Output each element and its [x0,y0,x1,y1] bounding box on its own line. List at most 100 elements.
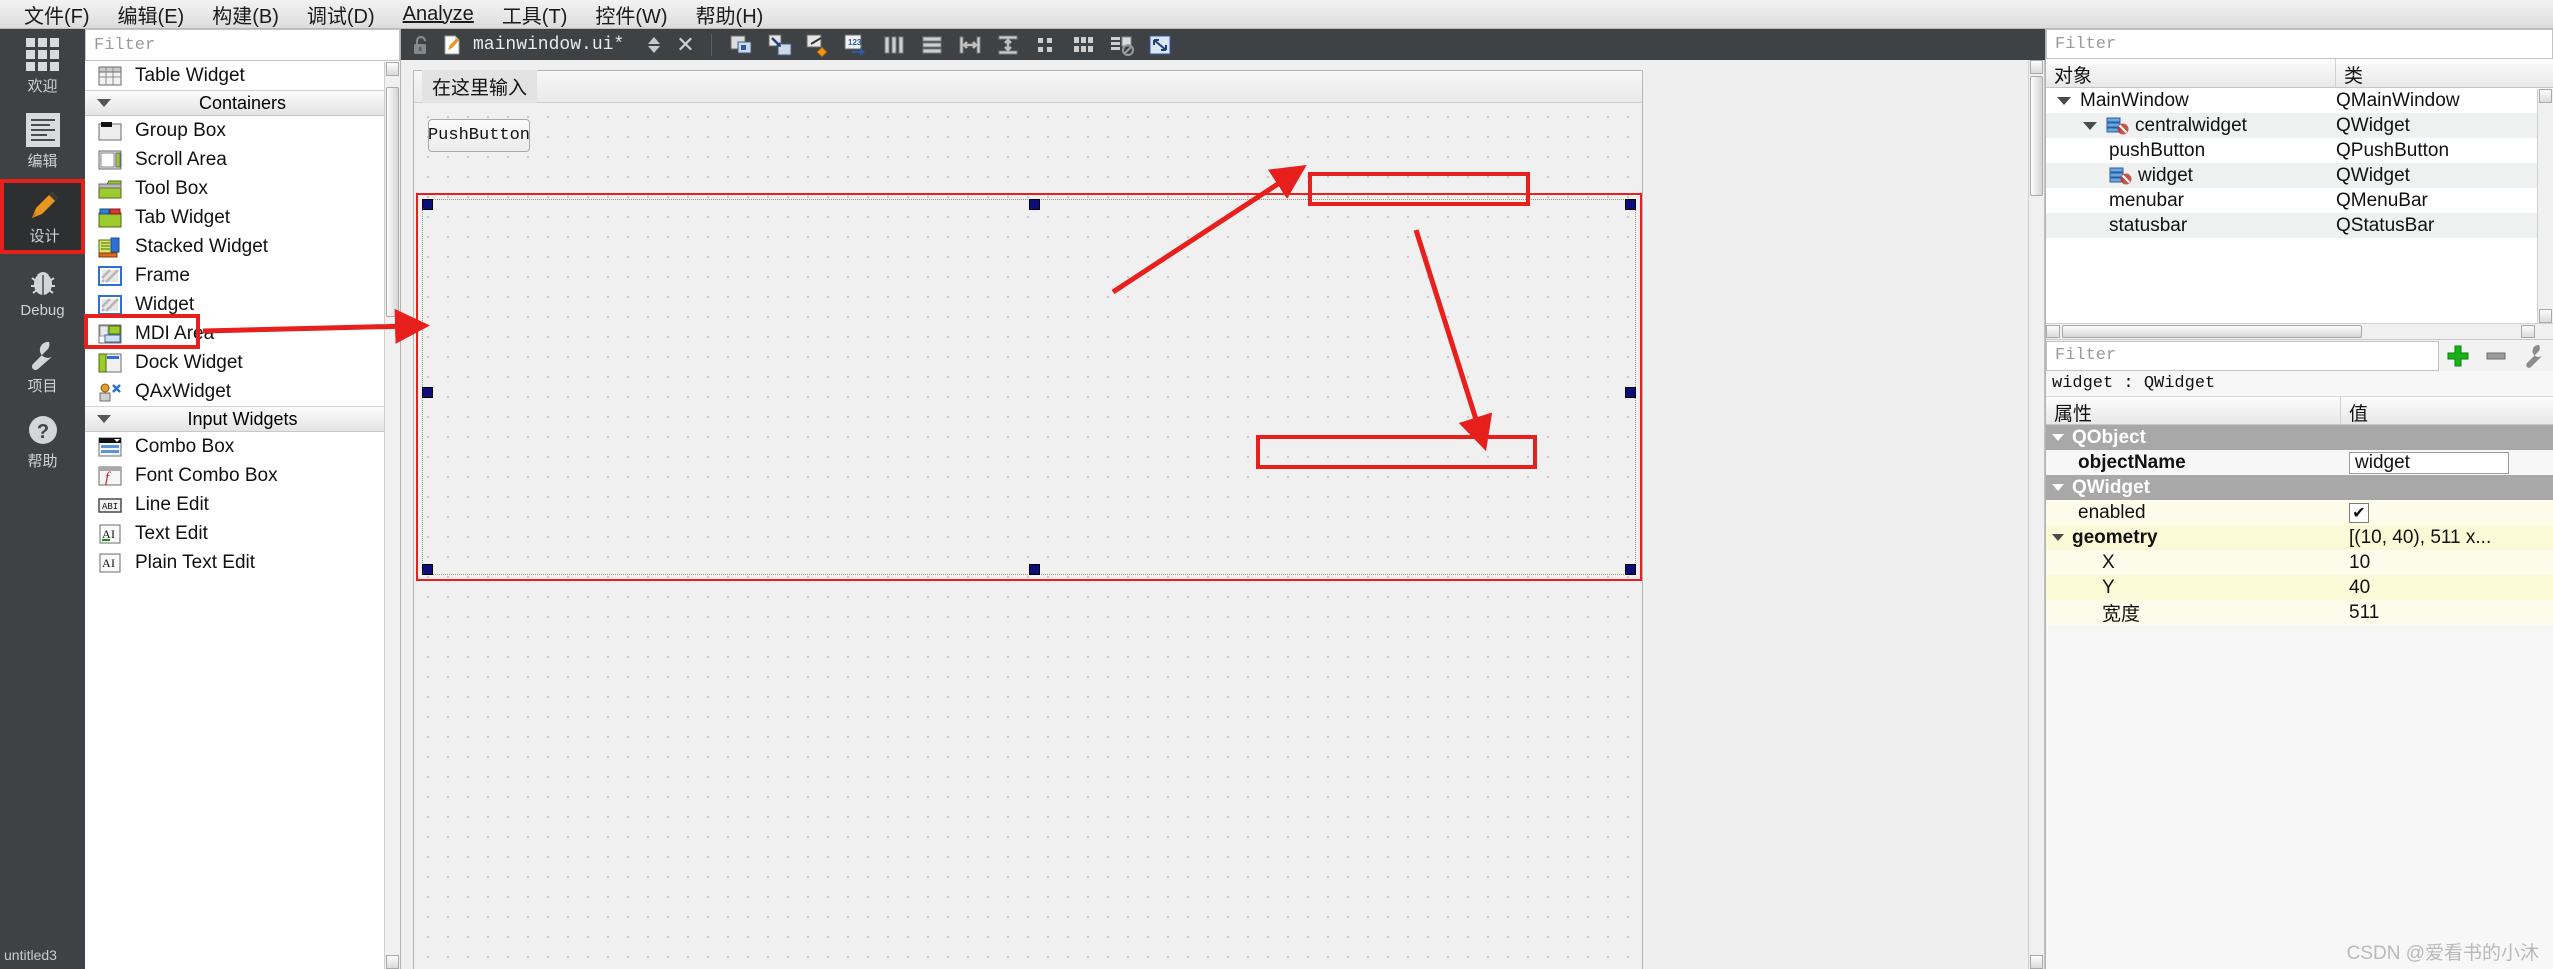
property-row-Y[interactable]: Y 40 [2046,575,2553,600]
add-icon[interactable] [2439,341,2477,371]
configure-icon[interactable] [2515,341,2553,371]
object-tree-scroll-up-arrow-icon[interactable] [2539,89,2552,103]
property-table-body[interactable]: QObject objectName widget QWidget enabled ✔ ge… [2046,425,2553,625]
widget-item-qaxwidget[interactable]: QAxWidget [85,377,400,406]
menu-item-build[interactable]: 构建(B) [198,0,293,31]
layout-vertically-icon[interactable] [918,32,946,58]
form-preview[interactable]: 在这里输入 PushButton [413,70,1643,969]
selected-widget-outline[interactable] [416,193,1642,581]
form-menubar[interactable]: 在这里输入 [414,70,1642,103]
widget-item-plain-text-edit[interactable]: A I Plain Text Edit [85,548,400,577]
object-tree-row-centralwidget[interactable]: centralwidget QWidget [2046,113,2553,138]
object-tree-horizontal-scrollbar[interactable] [2046,323,2553,339]
widget-item-font-combo-box[interactable]: f Font Combo Box [85,461,400,490]
chevron-down-icon[interactable] [2057,96,2071,105]
property-value-cell[interactable]: [(10, 40), 511 x... [2341,527,2553,549]
resize-handle-middle-right[interactable] [1625,387,1636,398]
property-value-cell[interactable]: widget [2341,451,2553,474]
property-filter-input[interactable]: Filter [2046,340,2439,371]
layout-grid-icon[interactable] [1070,32,1098,58]
resize-handle-middle-left[interactable] [422,387,433,398]
widget-box-scrollbar[interactable] [384,62,400,969]
widget-box-filter[interactable]: Filter [85,29,400,61]
chevron-down-icon[interactable] [2083,121,2097,130]
object-tree-column-class[interactable]: 类 [2336,59,2553,87]
resize-handle-bottom-center[interactable] [1029,564,1040,575]
resize-handle-top-left[interactable] [422,199,433,210]
edit-signals-slots-icon[interactable] [766,32,794,58]
widget-item-tool-box[interactable]: Tool Box [85,174,400,203]
mode-item-debug[interactable]: Debug [0,254,85,329]
property-column-name[interactable]: 属性 [2046,397,2341,425]
editor-filename[interactable]: mainwindow.ui* [473,35,624,55]
menu-item-edit[interactable]: 编辑(E) [104,0,199,31]
mode-item-help[interactable]: ? 帮助 [0,404,85,479]
object-tree-row-MainWindow[interactable]: MainWindow QMainWindow [2046,88,2553,113]
mode-item-edit[interactable]: 编辑 [0,104,85,179]
object-tree-vertical-scrollbar[interactable] [2537,89,2553,323]
layout-horizontally-icon[interactable] [880,32,908,58]
layout-form-icon[interactable] [1032,32,1060,58]
widget-item-table-widget[interactable]: Table Widget [85,61,400,90]
edit-widgets-icon[interactable] [728,32,756,58]
object-tree-hscroll-thumb[interactable] [2062,325,2362,338]
widget-item-scroll-area[interactable]: Scroll Area [85,145,400,174]
layout-vertical-splitter-icon[interactable] [994,32,1022,58]
object-tree-scroll-down-arrow-icon[interactable] [2539,309,2552,323]
object-tree-row-menubar[interactable]: menubar QMenuBar [2046,188,2553,213]
property-row-geometry[interactable]: geometry [(10, 40), 511 x... [2046,525,2553,550]
property-value-cell[interactable]: 511 [2341,602,2553,624]
canvas-scroll-down-arrow-icon[interactable] [2030,955,2043,969]
widget-category-input-widgets[interactable]: Input Widgets [85,406,400,432]
object-tree-body[interactable]: MainWindow QMainWindow centralwidget QWidge… [2046,88,2553,323]
widget-category-containers[interactable]: Containers [85,90,400,116]
canvas-scroll-up-arrow-icon[interactable] [2030,60,2043,74]
object-tree-filter[interactable]: Filter [2046,29,2553,59]
canvas-scroll-thumb[interactable] [2030,76,2043,196]
object-tree-column-object[interactable]: 对象 [2046,59,2336,87]
menu-item-widgets[interactable]: 控件(W) [581,0,681,31]
edit-tab-order-icon[interactable]: 123 [842,32,870,58]
chevron-down-icon[interactable] [2052,534,2064,541]
scroll-thumb[interactable] [386,87,399,317]
remove-icon[interactable] [2477,341,2515,371]
widget-box-list[interactable]: Table Widget Containers Group Box Scroll Ar… [85,61,400,969]
property-row-宽度[interactable]: 宽度 511 [2046,600,2553,625]
widget-item-combo-box[interactable]: Combo Box [85,432,400,461]
property-value-cell[interactable]: 10 [2341,552,2553,574]
menu-item-help[interactable]: 帮助(H) [682,0,778,31]
chevron-down-icon[interactable] [2052,484,2064,491]
object-tree-row-widget[interactable]: widget QWidget [2046,163,2553,188]
enabled-checkbox[interactable]: ✔ [2349,502,2369,523]
object-tree-scroll-right-arrow-icon[interactable] [2521,325,2535,338]
property-row-QWidget[interactable]: QWidget [2046,475,2553,500]
scroll-up-arrow-icon[interactable] [386,62,399,76]
menu-item-file[interactable]: 文件(F) [10,0,104,31]
property-row-X[interactable]: X 10 [2046,550,2553,575]
widget-item-stacked-widget[interactable]: Stacked Widget [85,232,400,261]
widget-item-text-edit[interactable]: A I Text Edit [85,519,400,548]
object-tree-scroll-left-arrow-icon[interactable] [2046,325,2060,338]
unlocked-padlock-icon[interactable] [409,34,431,56]
scroll-down-arrow-icon[interactable] [386,955,399,969]
mode-item-projects[interactable]: 项目 [0,329,85,404]
widget-item-tab-widget[interactable]: Tab Widget [85,203,400,232]
widget-item-dock-widget[interactable]: Dock Widget [85,348,400,377]
widget-item-mdi-area[interactable]: MDI Area [85,319,400,348]
resize-handle-top-center[interactable] [1029,199,1040,210]
form-pushbutton[interactable]: PushButton [428,119,530,152]
object-tree-row-statusbar[interactable]: statusbar QStatusBar [2046,213,2553,238]
chevron-down-icon[interactable] [2052,434,2064,441]
widget-item-group-box[interactable]: Group Box [85,116,400,145]
mode-item-welcome[interactable]: 欢迎 [0,29,85,104]
property-value-cell[interactable]: ✔ [2341,502,2553,523]
property-value-cell[interactable]: 40 [2341,577,2553,599]
resize-handle-bottom-left[interactable] [422,564,433,575]
property-column-value[interactable]: 值 [2341,397,2553,425]
layout-horizontal-splitter-icon[interactable] [956,32,984,58]
resize-handle-top-right[interactable] [1625,199,1636,210]
menu-item-analyze[interactable]: Analyze [389,1,488,28]
widget-item-frame[interactable]: Frame [85,261,400,290]
property-row-enabled[interactable]: enabled ✔ [2046,500,2553,525]
break-layout-icon[interactable] [1108,32,1136,58]
